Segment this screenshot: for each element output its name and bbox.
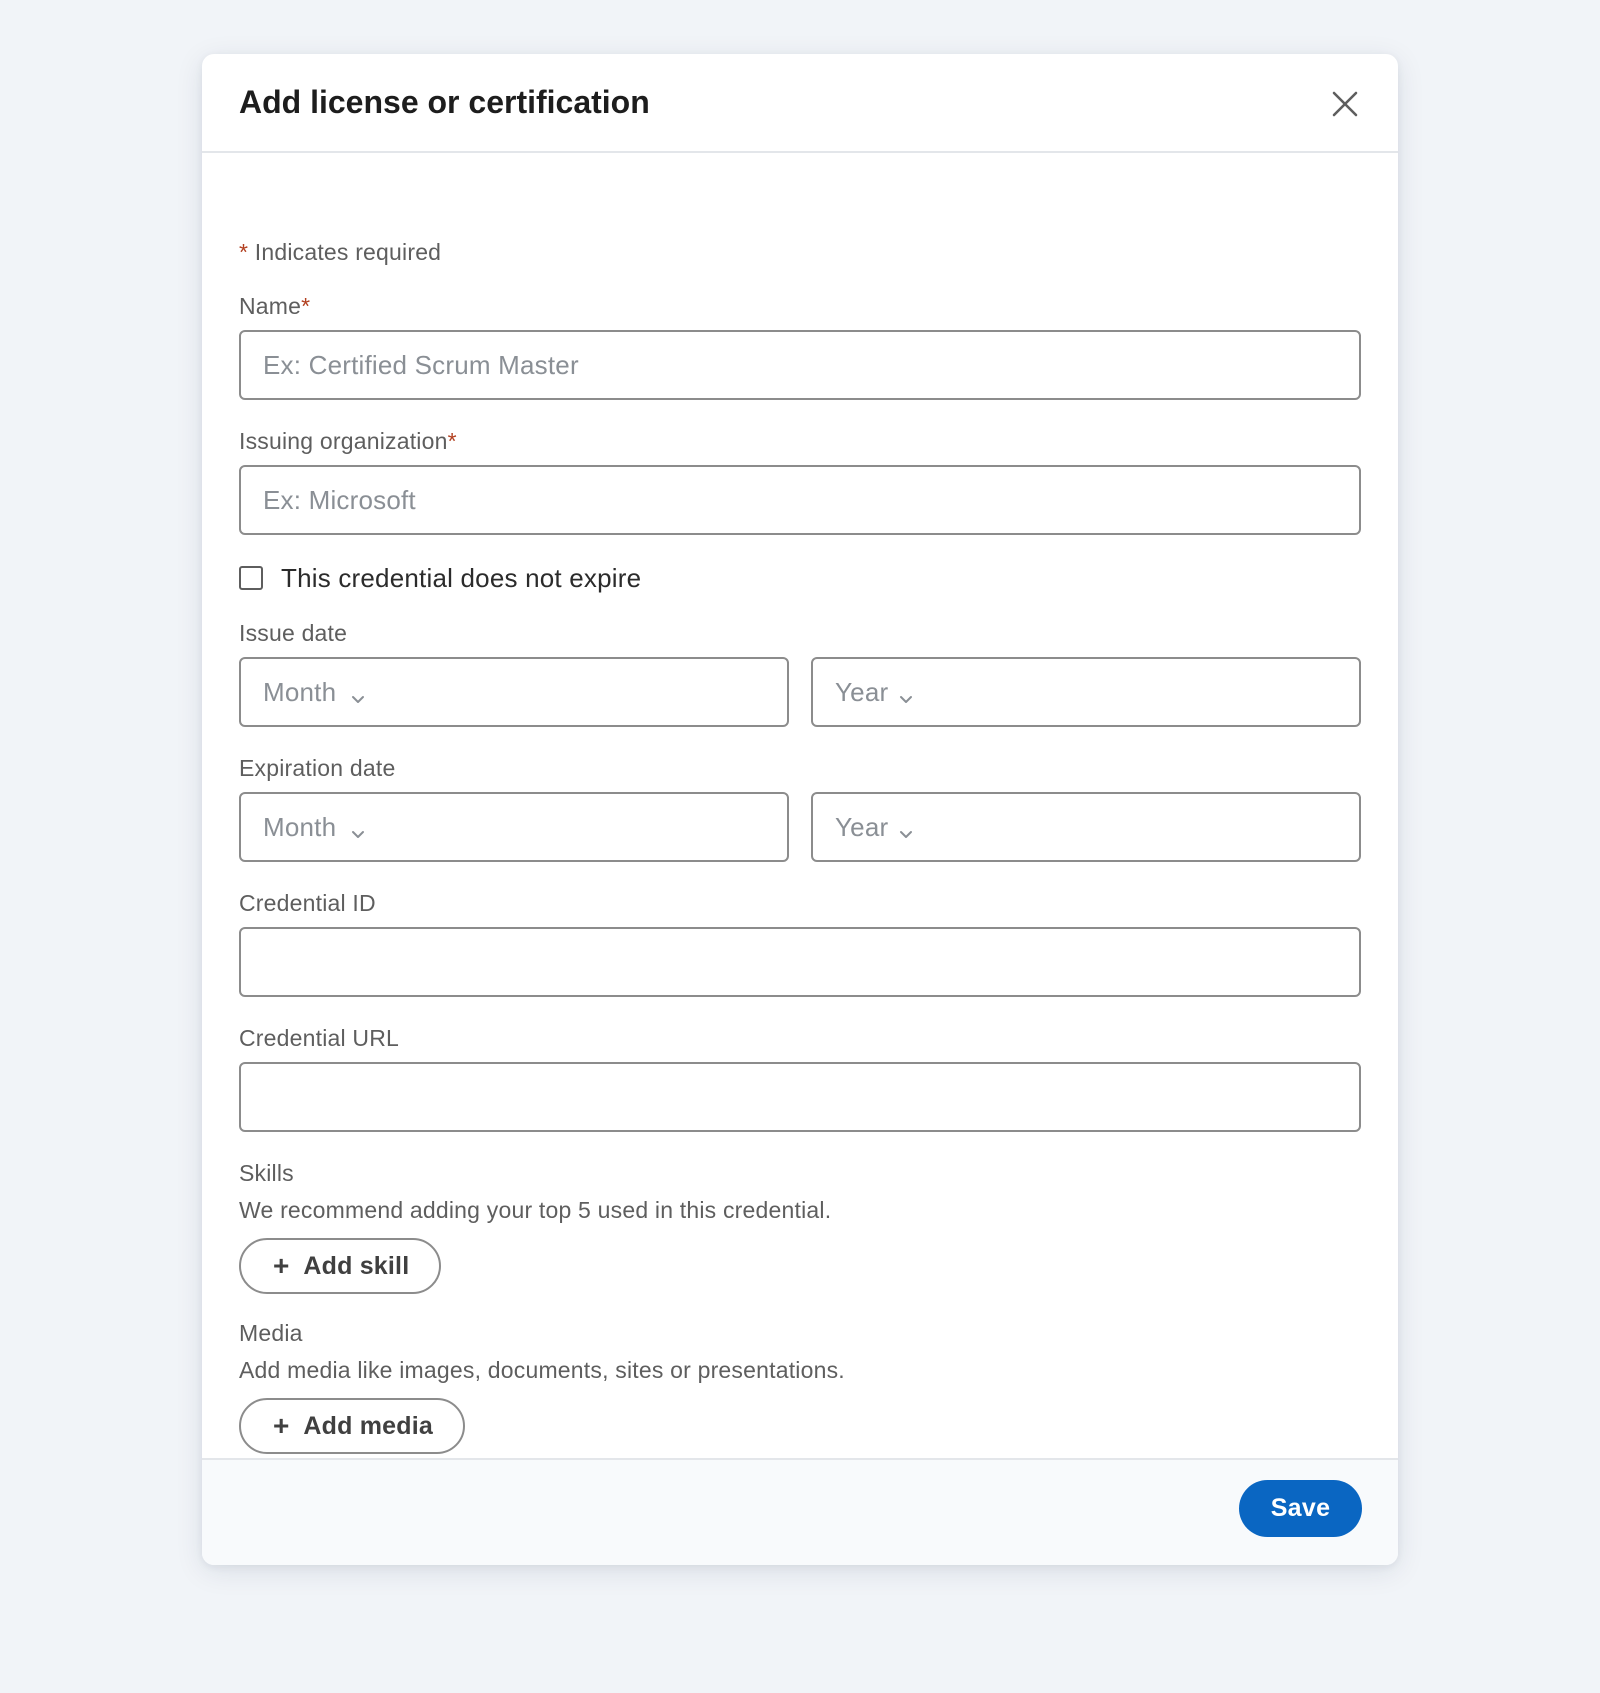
skills-label: Skills [239, 1160, 294, 1186]
expiration-date-label: Expiration date [239, 755, 396, 781]
expiration-month-value: Month [263, 812, 337, 842]
issuing-org-label: Issuing organization* [239, 428, 457, 455]
issue-date-label: Issue date [239, 620, 348, 646]
expiration-month-select[interactable]: Month [239, 792, 789, 862]
required-note: * Indicates required [239, 239, 441, 266]
required-note-text: Indicates required [248, 239, 442, 265]
media-helper: Add media like images, documents, sites … [239, 1357, 845, 1383]
issuing-org-input[interactable] [239, 465, 1361, 535]
chevron-down-icon [352, 831, 364, 838]
issue-month-value: Month [263, 677, 337, 707]
issue-year-select[interactable]: Year [811, 657, 1361, 727]
name-label-text: Name [239, 293, 302, 319]
credential-url-input[interactable] [239, 1062, 1361, 1132]
required-star: * [447, 428, 457, 454]
plus-icon: + [273, 1250, 290, 1281]
dialog-footer: Save [202, 1458, 1398, 1565]
credential-id-label: Credential ID [239, 890, 376, 916]
media-label: Media [239, 1320, 303, 1346]
credential-id-input[interactable] [239, 927, 1361, 997]
add-media-button[interactable]: + Add media [239, 1398, 465, 1454]
no-expire-checkbox-row[interactable]: This credential does not expire [239, 563, 641, 593]
issue-year-value: Year [835, 677, 889, 707]
dialog-header: Add license or certification [202, 54, 1398, 153]
add-skill-button[interactable]: + Add skill [239, 1238, 442, 1294]
required-star: * [301, 293, 311, 319]
required-star: * [239, 239, 249, 265]
issue-month-select[interactable]: Month [239, 657, 789, 727]
add-skill-label: Add skill [303, 1251, 410, 1280]
dialog-title: Add license or certification [239, 84, 650, 120]
credential-url-label: Credential URL [239, 1025, 400, 1051]
close-icon [1332, 91, 1358, 117]
plus-icon: + [273, 1410, 290, 1441]
no-expire-label: This credential does not expire [281, 562, 642, 593]
chevron-down-icon [900, 696, 912, 703]
no-expire-checkbox[interactable] [239, 566, 263, 590]
expiration-year-value: Year [835, 812, 889, 842]
chevron-down-icon [352, 696, 364, 703]
add-media-label: Add media [303, 1411, 433, 1440]
chevron-down-icon [900, 831, 912, 838]
close-button[interactable] [1328, 87, 1362, 121]
license-dialog: Add license or certification * Indicates… [202, 54, 1398, 1565]
name-input[interactable] [239, 330, 1361, 400]
save-button[interactable]: Save [1239, 1480, 1362, 1537]
expiration-year-select[interactable]: Year [811, 792, 1361, 862]
issuing-org-label-text: Issuing organization [239, 428, 448, 454]
name-label: Name* [239, 293, 310, 320]
skills-helper: We recommend adding your top 5 used in t… [239, 1197, 832, 1223]
